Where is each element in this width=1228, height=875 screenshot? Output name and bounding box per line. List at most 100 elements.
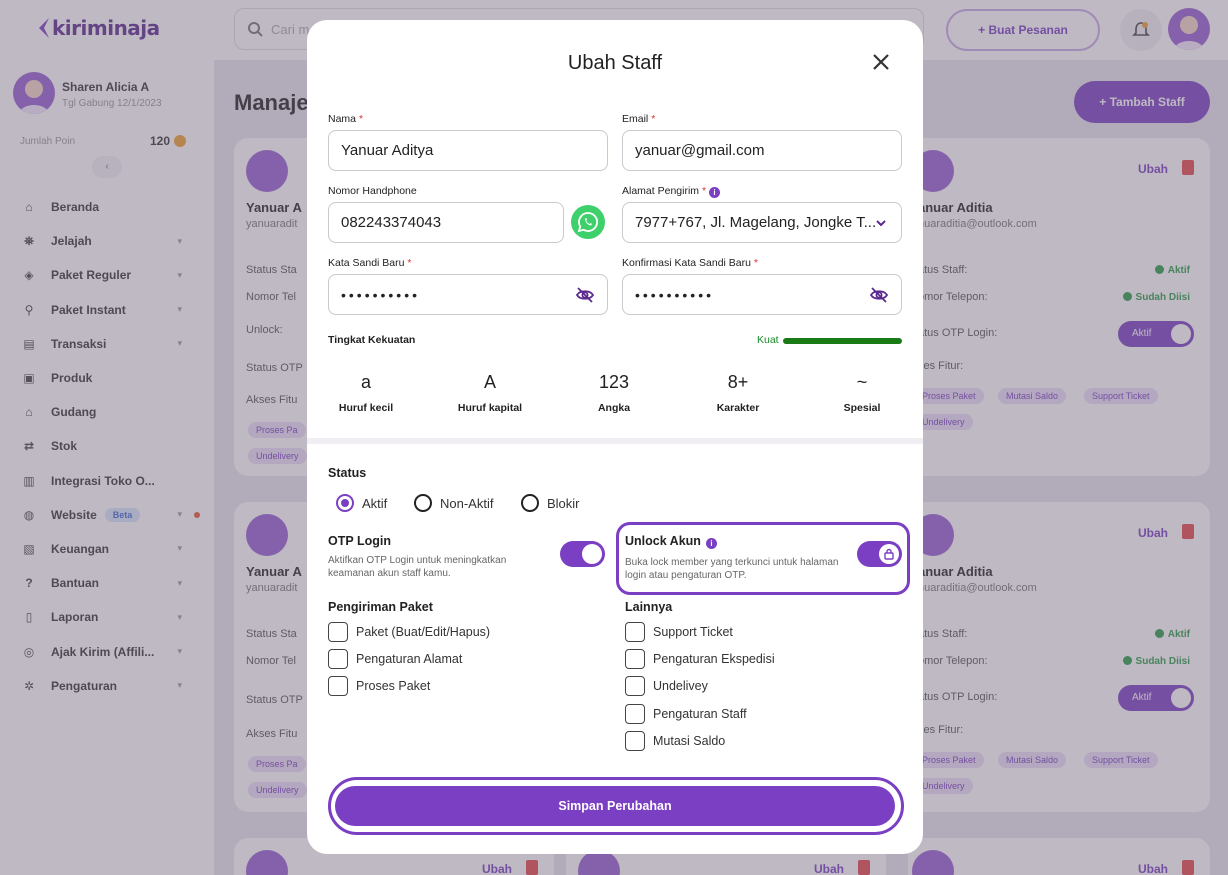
requirement-symbol: a: [360, 372, 371, 392]
phone-value: 082243374043: [341, 214, 442, 231]
unlock-toggle[interactable]: [857, 541, 902, 567]
nama-field[interactable]: Yanuar Aditya: [328, 130, 608, 171]
requirement-special: ~ Spesial: [812, 372, 912, 414]
required-mark: *: [753, 257, 758, 269]
checkbox-box: [625, 649, 645, 669]
info-icon[interactable]: i: [705, 538, 717, 549]
checkbox-undelivey[interactable]: Undelivey: [625, 676, 708, 696]
password-value: ••••••••••: [341, 286, 421, 303]
checkbox-box: [625, 676, 645, 696]
alamat-value: 7977+767, Jl. Magelang, Jongke T...: [635, 214, 877, 231]
whatsapp-icon: [577, 212, 598, 233]
toggle-knob: [879, 544, 899, 564]
radio-icon: [414, 494, 432, 512]
checkbox-mutasi-saldo[interactable]: Mutasi Saldo: [625, 731, 725, 751]
strength-label: Tingkat Kekuatan: [328, 334, 416, 346]
simpan-perubahan-button[interactable]: Simpan Perubahan: [335, 786, 895, 826]
pengiriman-title: Pengiriman Paket: [328, 600, 433, 614]
toggle-knob: [582, 544, 602, 564]
strength-bar: [783, 338, 902, 344]
required-mark: *: [358, 113, 364, 125]
confirm-password-value: ••••••••••: [635, 286, 715, 303]
requirement-symbol: 123: [598, 372, 630, 392]
close-icon[interactable]: [869, 50, 893, 74]
email-value: yanuar@gmail.com: [635, 142, 765, 159]
checkbox-box: [328, 676, 348, 696]
radio-label: Non-Aktif: [440, 495, 494, 511]
checkbox-box: [625, 622, 645, 642]
required-mark: *: [651, 113, 656, 125]
radio-label: Aktif: [362, 495, 388, 511]
confirm-password-field[interactable]: ••••••••••: [622, 274, 902, 315]
unlock-title-text: Unlock Akun: [625, 534, 701, 548]
section-divider: [307, 438, 923, 444]
requirement-label: Spesial: [843, 402, 881, 414]
unlock-description: Buka lock member yang terkunci untuk hal…: [625, 557, 839, 581]
checkbox-label: Paket (Buat/Edit/Hapus): [356, 625, 491, 639]
modal-title: Ubah Staff: [567, 52, 663, 74]
checkbox-label: Support Ticket: [653, 625, 733, 639]
status-title: Status: [328, 466, 367, 480]
requirement-label: Huruf kecil: [338, 402, 394, 414]
requirement-symbol: ~: [856, 372, 868, 392]
requirement-label: Angka: [597, 402, 631, 414]
status-radio-non-aktif[interactable]: Non-Aktif: [414, 494, 493, 512]
chevron-down-icon: [876, 220, 886, 227]
checkbox-box: [328, 622, 348, 642]
alamat-label: Alamat Pengirim * i: [622, 185, 721, 198]
checkbox-box: [625, 704, 645, 724]
otp-title: OTP Login: [328, 534, 391, 548]
radio-selected-icon: [336, 494, 354, 512]
email-field[interactable]: yanuar@gmail.com: [622, 130, 902, 171]
nama-label: Nama *: [328, 113, 363, 125]
requirement-lowercase: a Huruf kecil: [316, 372, 416, 414]
lock-open-icon: [884, 548, 894, 560]
status-radio-blokir[interactable]: Blokir: [521, 494, 580, 512]
label-text: Alamat Pengirim: [622, 185, 700, 197]
requirement-symbol: 8+: [727, 372, 749, 392]
nama-value: Yanuar Aditya: [341, 142, 434, 159]
requirement-label: Karakter: [716, 402, 760, 414]
requirement-number: 123 Angka: [564, 372, 664, 414]
lainnya-title: Lainnya: [625, 600, 673, 614]
password-label: Kata Sandi Baru *: [328, 257, 411, 269]
checkbox-label: Proses Paket: [356, 679, 431, 693]
required-mark: *: [701, 185, 707, 197]
requirement-uppercase: A Huruf kapital: [440, 372, 540, 414]
label-text: Nama: [328, 113, 357, 125]
status-radio-aktif[interactable]: Aktif: [336, 494, 387, 512]
checkbox-box: [328, 649, 348, 669]
password-field[interactable]: ••••••••••: [328, 274, 608, 315]
checkbox-label: Pengaturan Staff: [653, 707, 747, 721]
strength-level: Kuat: [757, 334, 779, 346]
ubah-staff-modal: Ubah Staff Nama * Yanuar Aditya Email * …: [307, 20, 923, 854]
checkbox-box: [625, 731, 645, 751]
email-label: Email *: [622, 113, 655, 125]
checkbox-pengaturan-ekspedisi[interactable]: Pengaturan Ekspedisi: [625, 649, 775, 669]
otp-toggle[interactable]: [560, 541, 605, 567]
whatsapp-button[interactable]: [571, 205, 605, 239]
checkbox-support-ticket[interactable]: Support Ticket: [625, 622, 733, 642]
checkbox-pengaturan-staff[interactable]: Pengaturan Staff: [625, 704, 747, 724]
checkbox-paket-buat-edit-hapus[interactable]: Paket (Buat/Edit/Hapus): [328, 622, 490, 642]
label-text: Nomor Handphone: [328, 185, 417, 197]
checkbox-label: Pengaturan Alamat: [356, 652, 463, 666]
requirement-symbol: A: [483, 372, 496, 392]
alamat-select[interactable]: 7977+767, Jl. Magelang, Jongke T...: [622, 202, 902, 243]
checkbox-pengaturan-alamat[interactable]: Pengaturan Alamat: [328, 649, 462, 669]
radio-label: Blokir: [547, 495, 580, 511]
checkbox-label: Mutasi Saldo: [653, 734, 726, 748]
label-text: Konfirmasi Kata Sandi Baru: [622, 257, 751, 269]
label-text: Kata Sandi Baru: [328, 257, 405, 269]
confirm-password-label: Konfirmasi Kata Sandi Baru *: [622, 257, 758, 269]
requirement-label: Huruf kapital: [457, 402, 523, 414]
checkbox-proses-paket[interactable]: Proses Paket: [328, 676, 430, 696]
label-text: Email: [622, 113, 649, 125]
radio-icon: [521, 494, 539, 512]
eye-off-icon[interactable]: [575, 285, 595, 305]
unlock-title: Unlock Akun i: [625, 534, 717, 549]
info-icon[interactable]: i: [709, 187, 721, 198]
eye-off-icon[interactable]: [869, 285, 889, 305]
checkbox-label: Undelivey: [653, 679, 708, 693]
phone-field[interactable]: 082243374043: [328, 202, 564, 243]
